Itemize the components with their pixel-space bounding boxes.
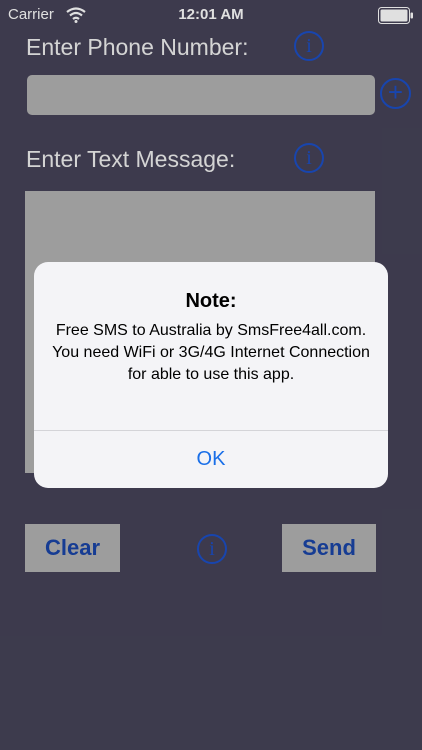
alert-ok-button[interactable]: OK: [34, 431, 388, 488]
note-alert-dialog: Note: Free SMS to Australia by SmsFree4a…: [34, 262, 388, 488]
alert-title: Note:: [185, 290, 237, 312]
alert-message: Free SMS to Australia by SmsFree4all.com…: [52, 322, 370, 383]
